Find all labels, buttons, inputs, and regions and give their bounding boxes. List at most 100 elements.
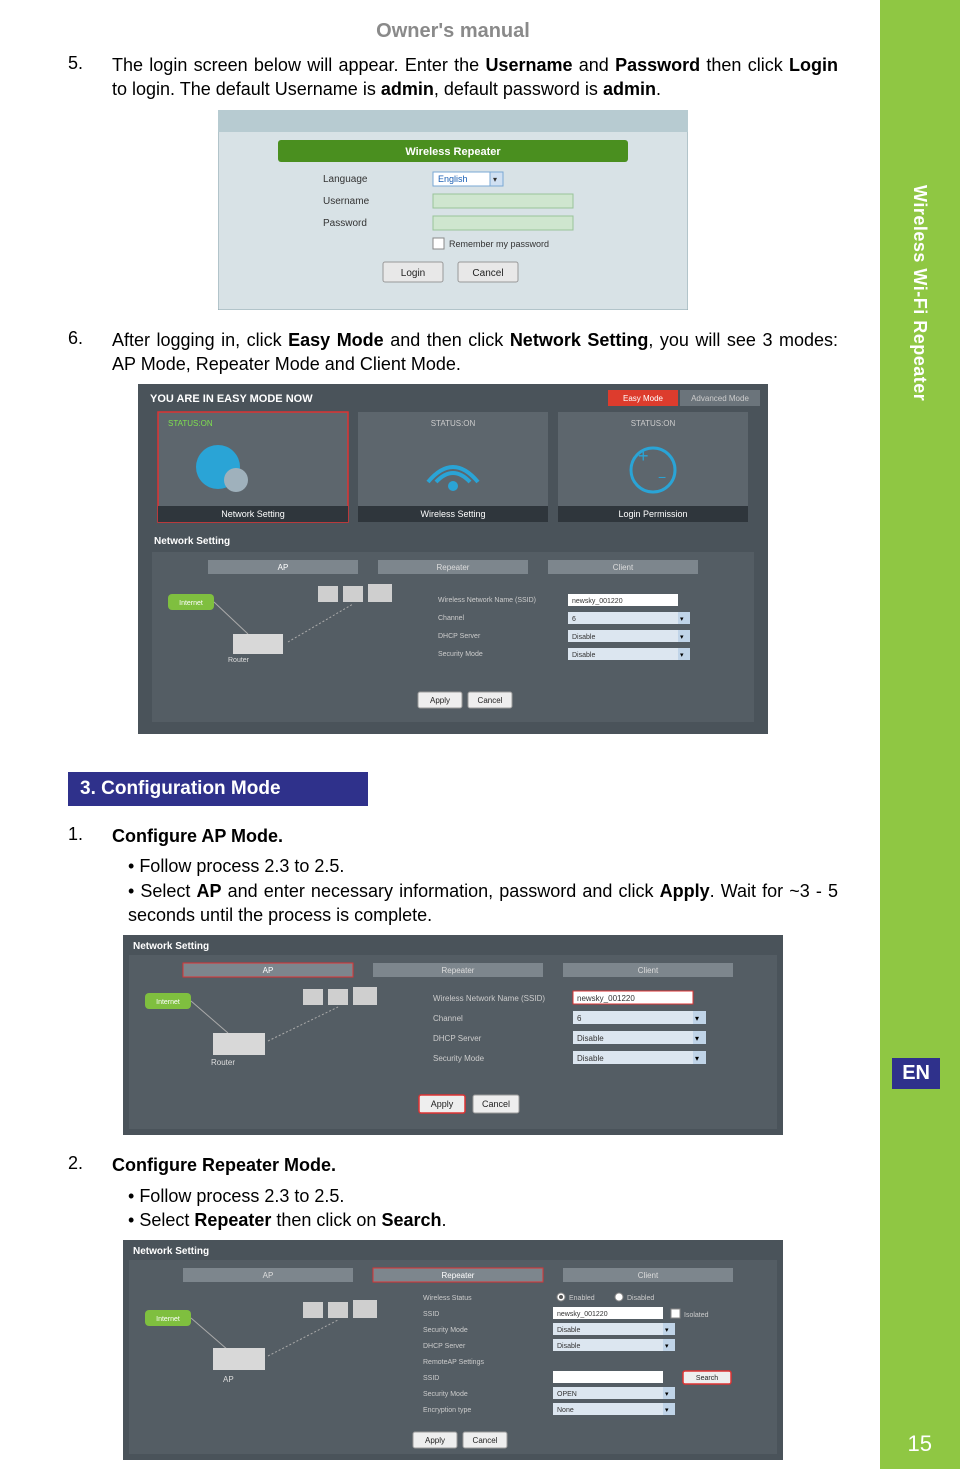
svg-text:Search: Search (696, 1375, 718, 1382)
b: AP (197, 881, 222, 901)
step-6: 6. After logging in, click Easy Mode and… (68, 328, 838, 377)
t: . (656, 79, 661, 99)
svg-text:▾: ▾ (665, 1343, 669, 1350)
svg-text:Password: Password (323, 218, 367, 229)
svg-text:Security Mode: Security Mode (433, 1054, 485, 1063)
page-number: 15 (908, 1431, 932, 1457)
svg-text:Router: Router (211, 1058, 235, 1067)
svg-text:Language: Language (323, 174, 368, 185)
svg-text:AP: AP (263, 966, 274, 975)
b: Repeater (194, 1210, 271, 1230)
b: Network Setting (510, 330, 649, 350)
t: to login. The default Username is (112, 79, 381, 99)
svg-text:Internet: Internet (156, 1316, 180, 1323)
t: then click (700, 55, 789, 75)
svg-text:▾: ▾ (680, 652, 684, 659)
svg-text:Repeater: Repeater (442, 1271, 475, 1280)
svg-text:Security Mode: Security Mode (438, 651, 483, 658)
t: , default password is (434, 79, 603, 99)
doc-header: Owner's manual (68, 20, 838, 43)
svg-text:SSID: SSID (423, 1311, 439, 1318)
t: and enter necessary information, passwor… (222, 881, 660, 901)
svg-text:Login: Login (401, 268, 425, 279)
svg-text:STATUS:ON: STATUS:ON (631, 419, 676, 428)
svg-text:Cancel: Cancel (473, 1436, 498, 1445)
svg-text:▾: ▾ (695, 1034, 699, 1043)
svg-text:OPEN: OPEN (557, 1391, 577, 1398)
side-product-label: Wireless Wi-Fi Repeater (909, 185, 930, 401)
svg-text:Network Setting: Network Setting (154, 536, 230, 547)
login-screenshot: Wireless Repeater Language English ▾ Use… (218, 110, 688, 310)
conf-1: 1. Configure AP Mode. (68, 824, 838, 848)
svg-text:Username: Username (323, 196, 370, 207)
svg-text:None: None (557, 1407, 574, 1414)
svg-text:Enabled: Enabled (569, 1295, 595, 1302)
step-text: After logging in, click Easy Mode and th… (112, 328, 838, 377)
step-number: 2. (68, 1153, 94, 1177)
svg-text:Remember my password: Remember my password (449, 239, 549, 249)
svg-text:SSID: SSID (423, 1375, 439, 1382)
t: Select (139, 1210, 194, 1230)
b: Password (615, 55, 700, 75)
svg-text:▾: ▾ (665, 1391, 669, 1398)
content-column: Owner's manual 5. The login screen below… (68, 20, 838, 1478)
svg-text:Client: Client (638, 966, 659, 975)
repeater-config-screenshot: Network Setting AP Repeater Client Inter… (123, 1240, 783, 1460)
svg-text:Disable: Disable (572, 652, 595, 659)
svg-text:Channel: Channel (433, 1014, 463, 1023)
t: After logging in, click (112, 330, 288, 350)
step-text: The login screen below will appear. Ente… (112, 53, 838, 102)
svg-text:Cancel: Cancel (472, 268, 503, 279)
svg-text:AP: AP (278, 563, 289, 572)
ap-config-screenshot: Network Setting AP Repeater Client Inter… (123, 935, 783, 1135)
svg-text:6: 6 (572, 616, 576, 623)
svg-text:Router: Router (228, 657, 250, 664)
svg-text:▾: ▾ (680, 634, 684, 641)
t: and then click (384, 330, 510, 350)
conf-2: 2. Configure Repeater Mode. (68, 1153, 838, 1177)
svg-text:Apply: Apply (425, 1436, 445, 1445)
bullet: Follow process 2.3 to 2.5. (128, 854, 838, 878)
step-number: 5. (68, 53, 94, 102)
step-title: Configure Repeater Mode. (112, 1153, 838, 1177)
svg-text:Apply: Apply (430, 696, 450, 705)
svg-text:Security Mode: Security Mode (423, 1391, 468, 1398)
svg-text:Cancel: Cancel (478, 696, 503, 705)
section-header: 3. Configuration Mode (68, 772, 368, 806)
svg-text:Easy Mode: Easy Mode (623, 394, 664, 403)
svg-text:▾: ▾ (665, 1327, 669, 1334)
svg-text:newsky_001220: newsky_001220 (572, 598, 623, 605)
svg-text:DHCP Server: DHCP Server (433, 1034, 482, 1043)
svg-text:YOU ARE IN EASY MODE NOW: YOU ARE IN EASY MODE NOW (150, 393, 313, 405)
svg-text:DHCP Server: DHCP Server (438, 633, 481, 640)
svg-text:▾: ▾ (493, 175, 497, 184)
svg-text:▾: ▾ (695, 1014, 699, 1023)
svg-text:Wireless Network Name (SSID): Wireless Network Name (SSID) (438, 597, 536, 604)
svg-text:DHCP Server: DHCP Server (423, 1343, 466, 1350)
svg-text:Channel: Channel (438, 615, 465, 622)
b: admin (381, 79, 434, 99)
svg-text:Security Mode: Security Mode (423, 1327, 468, 1334)
svg-text:Wireless Status: Wireless Status (423, 1295, 472, 1302)
svg-text:▾: ▾ (695, 1054, 699, 1063)
svg-text:AP: AP (223, 1375, 234, 1384)
t: Select (140, 881, 196, 901)
svg-text:▾: ▾ (665, 1407, 669, 1414)
step-number: 1. (68, 824, 94, 848)
svg-text:Wireless Network Name (SSID): Wireless Network Name (SSID) (433, 994, 545, 1003)
svg-text:Encryption type: Encryption type (423, 1407, 471, 1414)
svg-text:STATUS:ON: STATUS:ON (431, 419, 476, 428)
svg-text:Network Setting: Network Setting (133, 941, 209, 952)
svg-text:Repeater: Repeater (437, 563, 470, 572)
t: then click on (271, 1210, 381, 1230)
t: and (572, 55, 615, 75)
svg-text:Disable: Disable (572, 634, 595, 641)
b: Apply (660, 881, 710, 901)
step-number: 6. (68, 328, 94, 377)
bullet: Follow process 2.3 to 2.5. (128, 1184, 838, 1208)
svg-text:Client: Client (638, 1271, 659, 1280)
svg-text:6: 6 (577, 1014, 582, 1023)
svg-text:Disabled: Disabled (627, 1295, 654, 1302)
svg-text:Network Setting: Network Setting (133, 1246, 209, 1257)
svg-text:Apply: Apply (431, 1099, 454, 1109)
